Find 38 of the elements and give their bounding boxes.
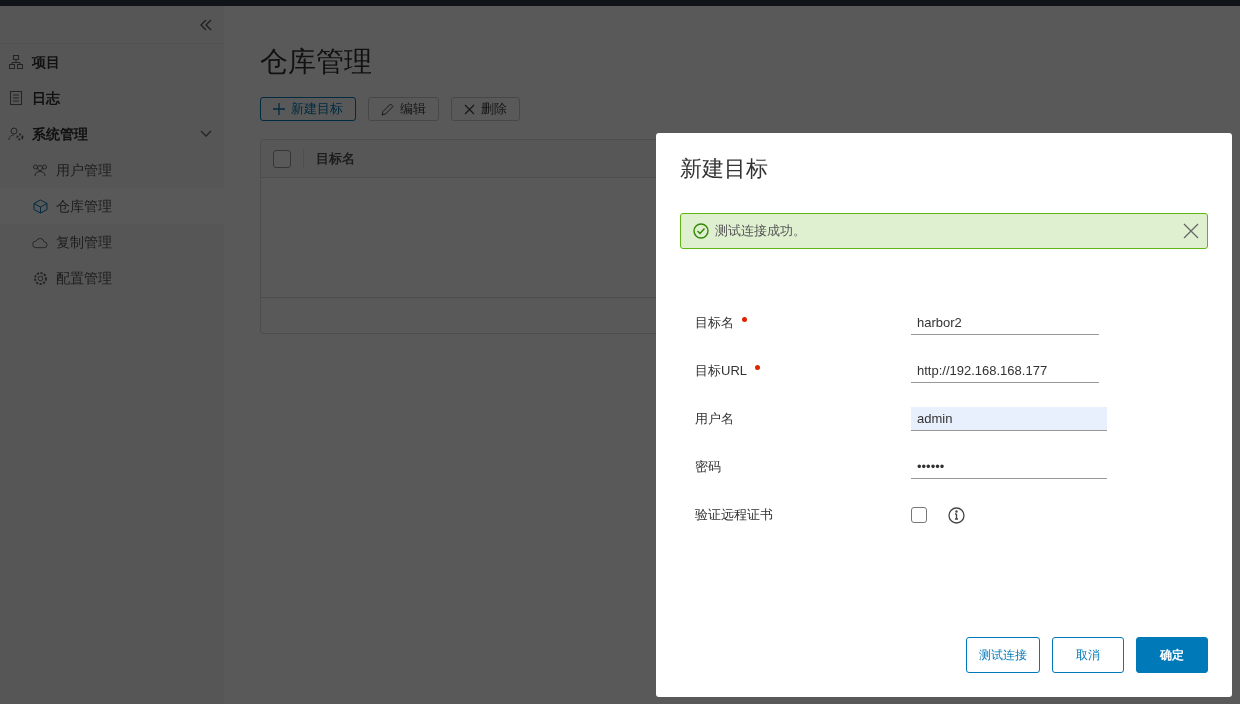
checkbox[interactable] [273, 149, 291, 168]
field-label: 密码 [695, 458, 721, 477]
sidebar-item[interactable]: 系统管理 [0, 116, 224, 152]
field-label: 目标URL [695, 362, 747, 381]
pencil-icon [381, 102, 394, 116]
hierarchy-icon [9, 55, 23, 69]
info-icon[interactable] [948, 506, 965, 524]
plus-icon [273, 103, 285, 115]
field-label: 目标名 [695, 314, 734, 333]
chevron-icon [200, 130, 212, 138]
cloud-icon [32, 235, 48, 249]
required-mark [742, 317, 747, 323]
dialog-button[interactable]: 取消 [1052, 637, 1124, 673]
page-title: 仓库管理 [260, 46, 373, 78]
alert-message: 测试连接成功。 [715, 222, 807, 241]
sidebar-item[interactable]: 日志 [0, 80, 224, 116]
checkbox[interactable] [911, 507, 927, 523]
dialog-button[interactable]: 确定 [1136, 637, 1208, 673]
sidebar-item[interactable]: 项目 [0, 44, 224, 80]
collapse-icon[interactable] [200, 18, 212, 31]
field-label: 用户名 [695, 410, 734, 429]
input-field[interactable]: http://192.168.168.177 [911, 359, 1099, 383]
toolbar-button[interactable]: 新建目标 [260, 97, 356, 121]
cube-icon [32, 198, 48, 214]
document-icon [10, 91, 22, 105]
close-icon [464, 103, 475, 115]
required-mark [755, 365, 760, 371]
user-gear-icon [8, 127, 24, 141]
input-field[interactable]: harbor2 [911, 311, 1099, 335]
dialog-title: 新建目标 [680, 155, 769, 183]
dialog-button[interactable]: 测试连接 [966, 637, 1040, 673]
column-header: 目标名 [316, 149, 355, 168]
input-field[interactable]: admin [911, 407, 1107, 431]
users-icon [32, 163, 48, 177]
field-label: 验证远程证书 [695, 506, 773, 525]
settings-icon [32, 270, 48, 286]
check-circle-icon [693, 223, 709, 239]
input-field[interactable]: •••••• [911, 455, 1107, 479]
